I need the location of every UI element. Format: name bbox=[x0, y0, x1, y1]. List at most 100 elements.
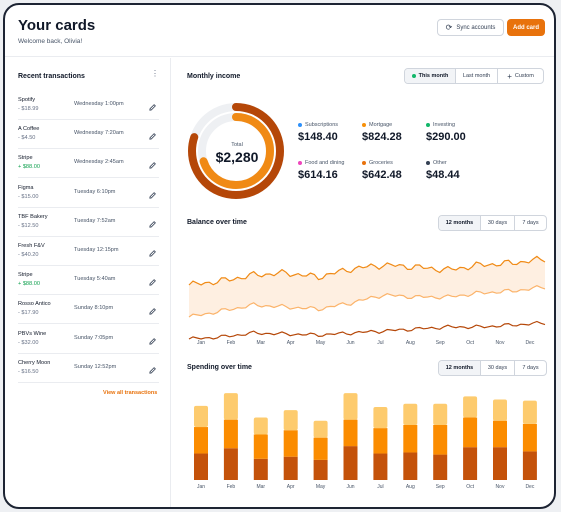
transaction-row[interactable]: Cherry Moon - $16.50 Sunday 12:52pm bbox=[18, 354, 159, 383]
edit-pencil-icon[interactable] bbox=[148, 99, 157, 111]
spending-bar-segment bbox=[194, 453, 208, 480]
transaction-row[interactable]: Rosso Antico - $17.90 Sunday 8:10pm bbox=[18, 295, 159, 325]
edit-pencil-icon[interactable] bbox=[148, 333, 157, 345]
spending-bar-segment bbox=[403, 452, 418, 480]
income-category-label: Groceries bbox=[362, 160, 432, 166]
spending-bar-segment bbox=[253, 417, 268, 435]
category-color-dot bbox=[298, 123, 302, 127]
x-tick-label: Dec bbox=[525, 340, 535, 346]
income-category: Food and dining $614.16 bbox=[298, 160, 368, 181]
x-tick-label: Jun bbox=[346, 340, 355, 346]
x-tick-label: Jul bbox=[377, 340, 384, 346]
balance-filter-12-months[interactable]: 12 months bbox=[439, 216, 481, 230]
transaction-date: Wednesday 7:20am bbox=[74, 130, 124, 137]
income-category: Mortgage $824.28 bbox=[362, 122, 432, 143]
category-name: Other bbox=[433, 160, 447, 166]
transaction-amount: - $17.90 bbox=[18, 310, 39, 317]
spending-bar-segment bbox=[343, 446, 358, 480]
balance-filter-30-days[interactable]: 30 days bbox=[481, 216, 515, 230]
edit-pencil-icon[interactable] bbox=[148, 187, 157, 199]
spending-bar-segment bbox=[403, 403, 418, 425]
balance-title: Balance over time bbox=[187, 219, 247, 226]
transaction-row[interactable]: Spotify - $18.99 Wednesday 1:00pm bbox=[18, 91, 159, 120]
total-value: $2,280 bbox=[215, 149, 259, 165]
spending-bar-segment bbox=[223, 448, 238, 480]
filter-this-month[interactable]: This month bbox=[405, 69, 456, 83]
category-value: $642.48 bbox=[362, 169, 402, 181]
filter-custom[interactable]: + Custom bbox=[498, 69, 543, 83]
category-value: $824.28 bbox=[362, 131, 402, 143]
x-tick-label: Feb bbox=[226, 340, 236, 346]
category-name: Food and dining bbox=[305, 160, 345, 166]
category-color-dot bbox=[362, 123, 366, 127]
spending-bar-segment bbox=[253, 434, 268, 459]
transaction-row[interactable]: Stripe + $88.00 Tuesday 5:40am bbox=[18, 266, 159, 296]
dashboard-window: Your cards Welcome back, Olivia! ⟳ Sync … bbox=[3, 3, 556, 509]
x-tick-label: Dec bbox=[525, 484, 535, 490]
transaction-date: Tuesday 12:15pm bbox=[74, 247, 119, 253]
spending-bar-segment bbox=[194, 427, 208, 454]
edit-pencil-icon[interactable] bbox=[148, 157, 157, 169]
spending-bar-segment bbox=[463, 396, 478, 418]
edit-pencil-icon[interactable] bbox=[148, 362, 157, 374]
category-name: Groceries bbox=[369, 160, 393, 166]
income-category-label: Subscriptions bbox=[298, 122, 368, 128]
x-tick-label: May bbox=[315, 340, 326, 346]
x-tick-label: Feb bbox=[226, 484, 236, 490]
spending-bar-segment bbox=[493, 447, 507, 480]
spending-bar-segment bbox=[433, 454, 448, 480]
x-tick-label: Nov bbox=[495, 340, 505, 346]
transaction-row[interactable]: A Coffee - $4.50 Wednesday 7:20am bbox=[18, 120, 159, 150]
transaction-row[interactable]: Figma - $15.00 Tuesday 6:10pm bbox=[18, 179, 159, 208]
transaction-row[interactable]: Stripe + $88.00 Wednesday 2:45am bbox=[18, 149, 159, 179]
spending-filter-7-days[interactable]: 7 days bbox=[515, 361, 546, 375]
spending-bar-segment bbox=[313, 420, 328, 438]
spending-filter-30-days[interactable]: 30 days bbox=[481, 361, 515, 375]
edit-pencil-icon[interactable] bbox=[148, 128, 157, 140]
edit-pencil-icon[interactable] bbox=[148, 245, 157, 257]
spending-filter-12-months[interactable]: 12 months bbox=[439, 361, 481, 375]
edit-pencil-icon[interactable] bbox=[148, 274, 157, 286]
spending-bar-segment bbox=[373, 453, 388, 480]
transaction-amount: - $12.50 bbox=[18, 222, 39, 229]
spending-title: Spending over time bbox=[187, 364, 252, 371]
spending-bar-segment bbox=[463, 447, 478, 480]
x-tick-label: Oct bbox=[466, 340, 474, 346]
transaction-date: Wednesday 1:00pm bbox=[74, 101, 124, 107]
income-category: Subscriptions $148.40 bbox=[298, 122, 368, 143]
spending-bar-segment bbox=[313, 459, 328, 480]
spending-filter-group: 12 months 30 days 7 days bbox=[438, 360, 547, 376]
edit-pencil-icon[interactable] bbox=[148, 303, 157, 315]
edit-pencil-icon[interactable] bbox=[148, 216, 157, 228]
spending-bar-segment bbox=[403, 424, 418, 453]
view-all-transactions-link[interactable]: View all transactions bbox=[103, 390, 157, 396]
transaction-date: Tuesday 6:10pm bbox=[74, 188, 116, 195]
transaction-date: Tuesday 7:52am bbox=[74, 217, 116, 224]
transaction-date: Sunday 7:05pm bbox=[74, 334, 114, 341]
active-dot-icon bbox=[411, 74, 416, 78]
transaction-row[interactable]: PBVs Wine - $32.00 Sunday 7:05pm bbox=[18, 325, 159, 354]
sync-accounts-button[interactable]: ⟳ Sync accounts bbox=[437, 19, 504, 36]
transaction-date: Wednesday 2:45am bbox=[74, 159, 124, 166]
spending-bar-segment bbox=[522, 423, 537, 452]
income-category: Investing $290.00 bbox=[426, 122, 496, 143]
transaction-row[interactable]: TBF Bakery - $12.50 Tuesday 7:52am bbox=[18, 208, 159, 237]
spending-bar-segment bbox=[343, 393, 358, 420]
sync-accounts-label: Sync accounts bbox=[456, 24, 496, 31]
income-category-label: Food and dining bbox=[298, 160, 368, 166]
filter-last-month[interactable]: Last month bbox=[456, 69, 498, 83]
x-tick-label: Sep bbox=[435, 484, 445, 490]
balance-filter-7-days[interactable]: 7 days bbox=[515, 216, 546, 230]
transaction-name: Spotify bbox=[18, 97, 36, 103]
spending-bar-segment bbox=[194, 405, 208, 428]
x-tick-label: Sep bbox=[435, 340, 445, 346]
transaction-row[interactable]: Fresh F&V - $40.20 Tuesday 12:15pm bbox=[18, 237, 159, 266]
category-name: Mortgage bbox=[369, 122, 393, 128]
category-value: $48.44 bbox=[426, 169, 460, 181]
income-category: Other $48.44 bbox=[426, 160, 496, 181]
add-card-button[interactable]: Add card bbox=[507, 19, 545, 36]
more-options-icon[interactable]: ⋮ bbox=[151, 69, 159, 78]
monthly-income-title: Monthly income bbox=[187, 73, 241, 80]
x-tick-label: Jan bbox=[196, 484, 206, 490]
transaction-name: Stripe bbox=[18, 155, 33, 162]
